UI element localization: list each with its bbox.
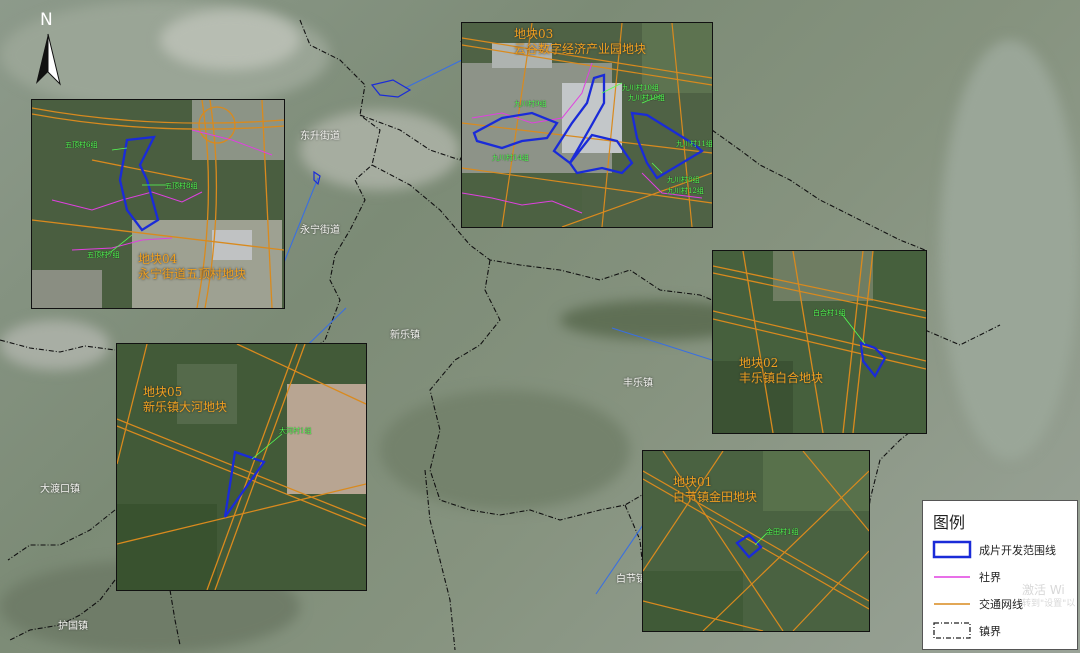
callout-baihe1: 白合村1组: [813, 309, 846, 317]
callout-jintian1: 金田村1组: [766, 528, 799, 536]
satellite-map[interactable]: 东升街道 永宁街道 新乐镇 丰乐镇 大渡口镇 白节镇 护国镇 N 地块03 云谷…: [0, 0, 1080, 653]
inset-map-plot02[interactable]: 地块02 丰乐镇白合地块 白合村1组: [712, 250, 927, 434]
magenta-line-symbol: [934, 576, 970, 578]
inset-map-plot03[interactable]: 地块03 云谷数字经济产业园地块 九川村10组 九川村19组 九川村9组 九川村…: [461, 22, 713, 228]
legend-label-town: 镇界: [979, 625, 1001, 638]
activation-watermark: 激活 Wi 转到"设置"以: [1022, 583, 1075, 611]
plot04-title: 地块04 永宁街道五顶村地块: [138, 252, 246, 282]
inset-map-plot01[interactable]: 地块01 白节镇金田地块 金田村1组: [642, 450, 870, 632]
plot03-name: 云谷数字经济产业园地块: [514, 42, 647, 56]
callout-jiuchuan14: 九川村14组: [492, 154, 529, 162]
plot01-title: 地块01 白节镇金田地块: [673, 475, 757, 505]
plot04-name: 永宁街道五顶村地块: [138, 267, 247, 281]
inset-plot05-layers: [117, 344, 366, 590]
callout-wuding8: 五顶村8组: [165, 182, 198, 190]
plot02-name: 丰乐镇白合地块: [739, 371, 824, 385]
plot01-code: 地块01: [673, 475, 713, 489]
legend-label-boundary: 成片开发范围线: [979, 544, 1056, 557]
plot02-title: 地块02 丰乐镇白合地块: [739, 356, 823, 386]
legend-item-boundary: 成片开发范围线: [931, 538, 1071, 562]
callout-jiuchuan11: 九川村11组: [676, 140, 713, 148]
plot03-code: 地块03: [514, 27, 554, 41]
callout-wuding7: 五顶村7组: [87, 251, 120, 259]
north-label: N: [40, 10, 53, 30]
place-label-huguo: 护国镇: [58, 621, 88, 632]
plot05-title: 地块05 新乐镇大河地块: [143, 385, 227, 415]
place-label-xinle: 新乐镇: [390, 330, 420, 341]
plot05-name: 新乐镇大河地块: [143, 400, 228, 414]
legend-label-roads: 交通网线: [979, 598, 1023, 611]
place-label-yongning: 永宁街道: [300, 225, 340, 236]
legend-label-community: 社界: [979, 571, 1001, 584]
inset-plot02-layers: [713, 251, 926, 433]
plot05-code: 地块05: [143, 385, 183, 399]
plot03-overview-outline: [370, 79, 412, 98]
callout-jiuchuan19: 九川村19组: [628, 94, 665, 102]
north-arrow: N: [32, 10, 68, 88]
place-label-dongsheng: 东升街道: [300, 131, 340, 142]
plot04-overview-outline: [313, 170, 321, 186]
place-label-fengle: 丰乐镇: [623, 378, 653, 389]
callout-jiuchuan9: 九川村9组: [514, 100, 547, 108]
map-legend: 图例 成片开发范围线 社界 交通网线 镇界: [922, 500, 1078, 650]
plot01-name: 白节镇金田地块: [673, 490, 758, 504]
callout-wuding6: 五顶村6组: [65, 141, 98, 149]
legend-title: 图例: [933, 513, 966, 532]
inset-map-plot04[interactable]: 地块04 永宁街道五顶村地块 五顶村6组 五顶村8组 五顶村7组: [31, 99, 285, 309]
watermark-line1: 激活 Wi: [1022, 583, 1065, 597]
watermark-line2: 转到"设置"以: [1022, 599, 1076, 609]
callout-dahe1: 大河村1组: [279, 427, 312, 435]
plot03-title: 地块03 云谷数字经济产业园地块: [514, 27, 646, 57]
place-label-dadukou: 大渡口镇: [40, 484, 80, 495]
dashed-rect-symbol: [933, 622, 971, 639]
blue-rect-symbol: [932, 540, 972, 559]
inset-map-plot05[interactable]: 地块05 新乐镇大河地块 大河村1组: [116, 343, 367, 591]
orange-line-symbol: [934, 603, 970, 605]
callout-jiuchuan8: 九川村8组: [667, 176, 700, 184]
plot02-code: 地块02: [739, 356, 779, 370]
plot04-code: 地块04: [138, 252, 178, 266]
callout-jiuchuan12: 九川村12组: [667, 187, 704, 195]
callout-jiuchuan10: 九川村10组: [622, 84, 659, 92]
legend-item-town: 镇界: [931, 619, 1071, 643]
